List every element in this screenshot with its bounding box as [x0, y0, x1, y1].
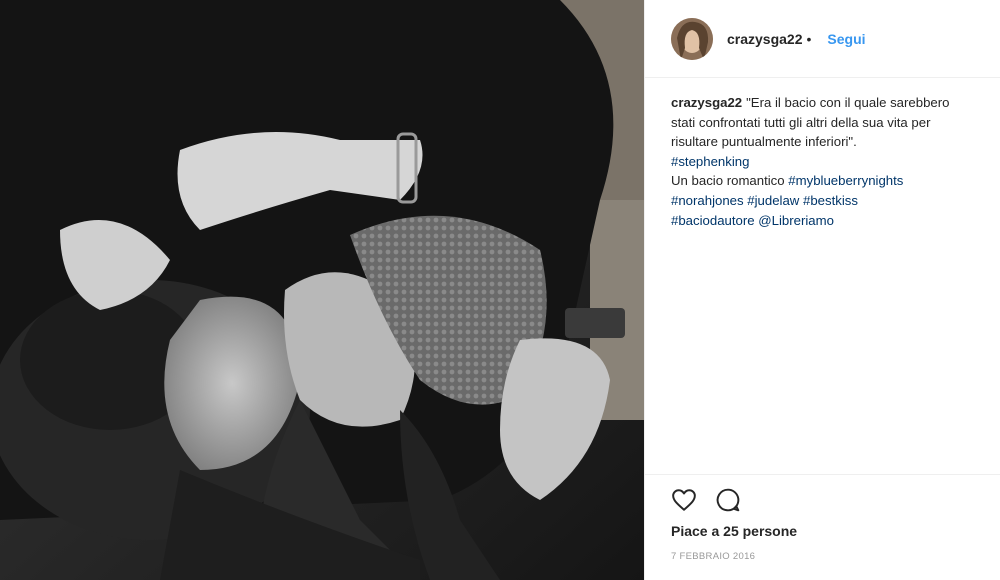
post-header: crazysga22 • Segui: [645, 0, 1000, 78]
heart-icon[interactable]: [671, 487, 697, 513]
avatar[interactable]: [671, 17, 713, 60]
caption: crazysga22 "Era il bacio con il quale sar…: [671, 93, 977, 230]
post-sidebar: crazysga22 • Segui crazysga22 "Era il bac…: [644, 0, 1000, 580]
comment-icon[interactable]: [715, 487, 741, 513]
post-photo[interactable]: [0, 0, 644, 580]
hashtag-judelaw[interactable]: #judelaw: [747, 193, 799, 208]
likes-count[interactable]: Piace a 25 persone: [671, 523, 797, 539]
hashtag-myblueberrynights[interactable]: #myblueberrynights: [788, 173, 903, 188]
hashtag-norahjones[interactable]: #norahjones: [671, 193, 744, 208]
hashtag-baciodautore[interactable]: #baciodautore: [671, 213, 755, 228]
post-date[interactable]: 7 FEBBRAIO 2016: [671, 551, 755, 562]
post-container: crazysga22 • Segui crazysga22 "Era il bac…: [0, 0, 1000, 580]
follow-button[interactable]: Segui: [827, 31, 865, 47]
caption-username[interactable]: crazysga22: [671, 95, 742, 110]
photo-image: [0, 0, 644, 580]
action-icons: [671, 487, 741, 513]
caption-text-2: Un bacio romantico: [671, 173, 785, 189]
hashtag-bestkiss[interactable]: #bestkiss: [803, 193, 858, 208]
mention-libreriamo[interactable]: @Libreriamo: [758, 213, 834, 228]
header-username[interactable]: crazysga22: [727, 31, 803, 47]
hashtag-stephenking[interactable]: #stephenking: [671, 154, 749, 169]
avatar-image: [671, 17, 713, 60]
separator-dot: •: [806, 30, 812, 47]
post-actions: Piace a 25 persone 7 FEBBRAIO 2016: [645, 474, 1000, 580]
